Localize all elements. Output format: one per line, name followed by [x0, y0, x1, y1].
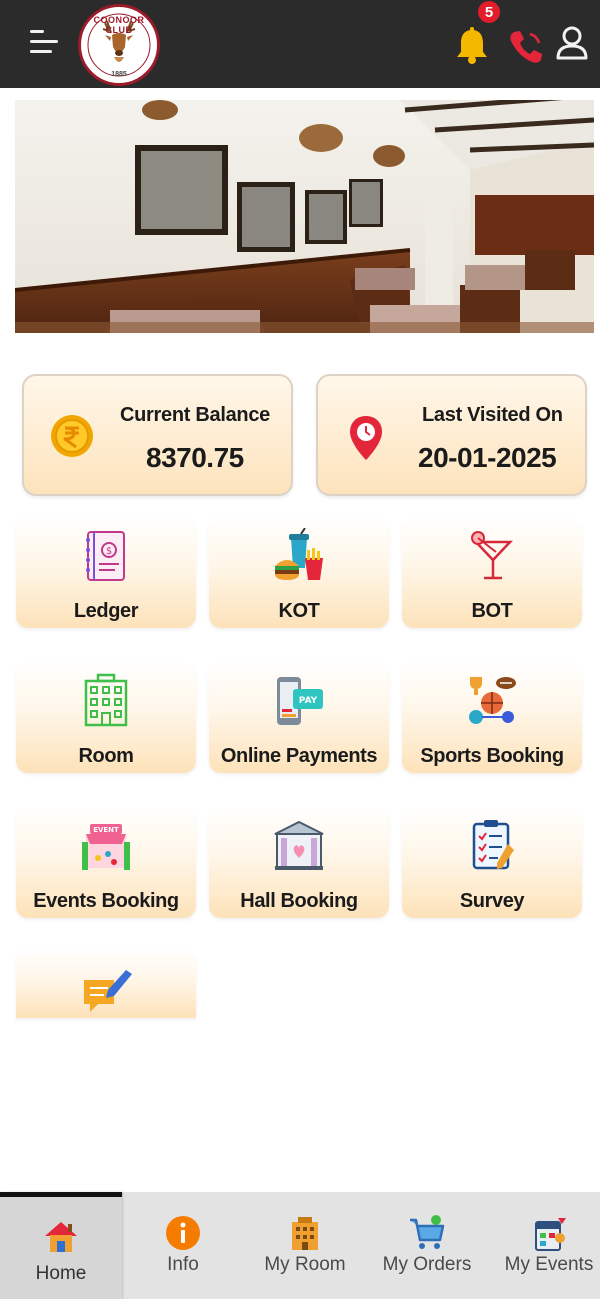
tile-label: Survey — [459, 890, 525, 912]
notification-count-badge: 5 — [477, 0, 501, 24]
clipboard-survey-icon — [472, 820, 514, 870]
mobile-payment-icon: PAY — [277, 677, 323, 725]
hotel-icon — [292, 1217, 318, 1250]
current-balance-card[interactable]: Current Balance 8370.75 — [22, 374, 293, 496]
bell-icon[interactable] — [453, 26, 491, 66]
sports-icon — [469, 677, 516, 724]
phone-icon[interactable] — [506, 26, 546, 66]
calendar-events-icon — [535, 1218, 566, 1251]
tile-ledger[interactable]: $ Ledger — [16, 516, 196, 628]
tile-label: Events Booking — [33, 890, 179, 912]
nav-label: Home — [35, 1263, 87, 1284]
info-icon — [166, 1216, 200, 1250]
svg-text:EVENT: EVENT — [93, 826, 119, 834]
location-pin-icon — [350, 416, 382, 460]
tile-label: Sports Booking — [420, 745, 564, 767]
logo-year: 1885 — [111, 71, 127, 78]
logo-club-name: COONOOR CLUB — [93, 15, 145, 35]
tile-label: Hall Booking — [240, 890, 358, 912]
ledger-book-icon: $ — [86, 531, 125, 581]
svg-text:$: $ — [106, 546, 112, 557]
tile-label: Online Payments — [220, 745, 378, 767]
food-drink-icon — [275, 528, 323, 580]
tile-bot[interactable]: BOT — [402, 516, 582, 628]
tile-kot[interactable]: KOT — [209, 516, 389, 628]
last-visited-title: Last Visited On — [422, 404, 563, 426]
feedback-icon — [84, 970, 132, 1012]
rupee-coin-icon — [51, 415, 93, 457]
balance-value: 8370.75 — [146, 442, 244, 473]
tile-label: KOT — [278, 600, 320, 622]
hamburger-menu-icon[interactable] — [30, 30, 60, 58]
event-icon: EVENT — [82, 824, 130, 870]
last-visited-value: 20-01-2025 — [418, 442, 557, 473]
tile-label: BOT — [471, 600, 513, 622]
hall-icon — [274, 820, 324, 870]
tile-room[interactable]: Room — [16, 661, 196, 773]
nav-label: My Room — [264, 1254, 346, 1275]
building-icon — [84, 673, 128, 727]
nav-home[interactable]: Home — [0, 1192, 122, 1299]
tile-online-payments[interactable]: PAY Online Payments — [209, 661, 389, 773]
tile-label: Ledger — [73, 600, 139, 622]
cart-icon — [410, 1215, 445, 1249]
nav-info[interactable]: Info — [122, 1192, 244, 1299]
club-logo[interactable]: COONOOR CLUB 1885 — [78, 4, 160, 86]
home-icon — [45, 1222, 77, 1252]
app-header: COONOOR CLUB 1885 5 — [0, 0, 600, 88]
tile-hall-booking[interactable]: Hall Booking — [209, 806, 389, 918]
tile-label: Room — [78, 745, 134, 767]
nav-my-room[interactable]: My Room — [244, 1192, 366, 1299]
club-lounge-photo — [15, 100, 594, 333]
tile-sports-booking[interactable]: Sports Booking — [402, 661, 582, 773]
tile-events-booking[interactable]: EVENT Events Booking — [16, 806, 196, 918]
nav-label: My Events — [504, 1254, 594, 1275]
svg-text:PAY: PAY — [299, 696, 318, 706]
balance-title: Current Balance — [120, 404, 270, 426]
nav-label: My Orders — [382, 1254, 472, 1275]
cocktail-icon — [471, 531, 513, 580]
last-visited-card[interactable]: Last Visited On 20-01-2025 — [316, 374, 587, 496]
nav-my-orders[interactable]: My Orders — [366, 1192, 488, 1299]
nav-label: Info — [167, 1254, 199, 1275]
bottom-navigation-bar: Home Info My Room My Orders My Events — [0, 1192, 600, 1299]
tile-survey[interactable]: Survey — [402, 806, 582, 918]
nav-my-events[interactable]: My Events — [488, 1192, 600, 1299]
tile-feedback[interactable] — [16, 948, 196, 1018]
user-icon[interactable] — [554, 24, 590, 64]
